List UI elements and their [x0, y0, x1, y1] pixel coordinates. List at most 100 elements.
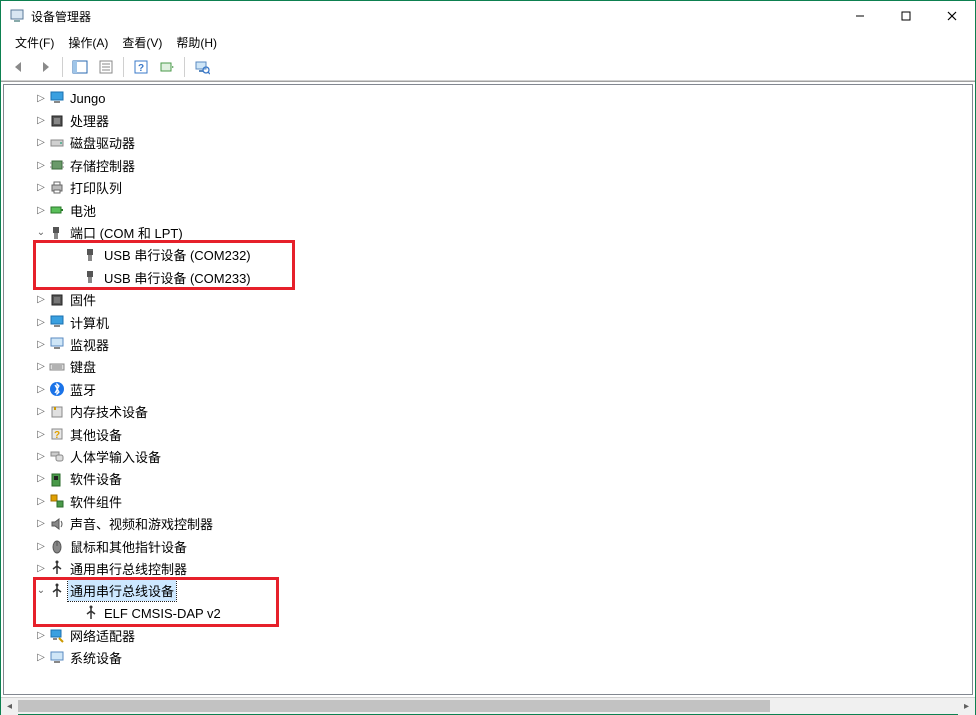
network-icon: [48, 628, 66, 644]
port-icon: [82, 247, 100, 263]
titlebar: 设备管理器: [1, 1, 975, 31]
tree-node-usb-controllers[interactable]: ▷ 通用串行总线控制器: [4, 557, 972, 579]
expand-arrow-icon[interactable]: ▷: [34, 182, 48, 193]
horizontal-scrollbar[interactable]: ◂ ▸: [1, 697, 975, 714]
tree-node-storage-controllers[interactable]: ▷ 存储控制器: [4, 154, 972, 176]
tree-node-system-devices[interactable]: ▷ 系统设备: [4, 647, 972, 669]
collapse-arrow-icon[interactable]: ⌄: [34, 585, 48, 596]
expand-arrow-icon[interactable]: ▷: [34, 563, 48, 574]
tree-node-other-devices[interactable]: ▷ ? 其他设备: [4, 423, 972, 445]
tree-label: 固件: [68, 289, 98, 310]
expand-arrow-icon[interactable]: ▷: [34, 451, 48, 462]
properties-button[interactable]: [94, 55, 118, 79]
expand-arrow-icon[interactable]: ▷: [34, 137, 48, 148]
computer-icon: [48, 314, 66, 330]
tree-node-usb-devices[interactable]: ⌄ 通用串行总线设备: [4, 580, 972, 602]
expand-arrow-icon[interactable]: ▷: [34, 205, 48, 216]
tree-node-keyboards[interactable]: ▷ 键盘: [4, 356, 972, 378]
device-tree-pane: ▷ Jungo ▷ 处理器 ▷: [4, 85, 972, 694]
port-icon: [82, 269, 100, 285]
expand-arrow-icon[interactable]: ▷: [34, 652, 48, 663]
toolbar-separator: [123, 57, 124, 77]
tree-node-print-queues[interactable]: ▷ 打印队列: [4, 177, 972, 199]
usb-icon: [82, 605, 100, 621]
expand-arrow-icon[interactable]: ▷: [34, 115, 48, 126]
forward-button[interactable]: [33, 55, 57, 79]
tree-label: Jungo: [68, 90, 107, 107]
devices-button[interactable]: [190, 55, 214, 79]
help-button[interactable]: ?: [129, 55, 153, 79]
expand-arrow-icon[interactable]: ▷: [34, 630, 48, 641]
tree-node-com233[interactable]: USB 串行设备 (COM233): [4, 266, 972, 288]
tree-node-firmware[interactable]: ▷ 固件: [4, 289, 972, 311]
tree-node-hid[interactable]: ▷ 人体学输入设备: [4, 445, 972, 467]
tree-label: 监视器: [68, 334, 111, 355]
port-icon: [48, 225, 66, 241]
tree-label: 软件组件: [68, 491, 124, 512]
tree-node-computer[interactable]: ▷ 计算机: [4, 311, 972, 333]
expand-arrow-icon[interactable]: ▷: [34, 518, 48, 529]
usb-icon: [48, 583, 66, 599]
menu-view[interactable]: 查看(V): [116, 32, 168, 53]
expand-arrow-icon[interactable]: ▷: [34, 294, 48, 305]
tree-node-elf-cmsis-dap[interactable]: ELF CMSIS-DAP v2: [4, 602, 972, 624]
tree-node-network-adapters[interactable]: ▷ 网络适配器: [4, 624, 972, 646]
tree-node-battery[interactable]: ▷ 电池: [4, 199, 972, 221]
expand-arrow-icon[interactable]: ▷: [34, 406, 48, 417]
expand-arrow-icon[interactable]: ▷: [34, 93, 48, 104]
tree-node-ports[interactable]: ⌄ 端口 (COM 和 LPT): [4, 221, 972, 243]
window-title: 设备管理器: [31, 8, 91, 25]
scrollbar-thumb[interactable]: [18, 700, 770, 712]
minimize-button[interactable]: [837, 1, 883, 31]
tree-node-com232[interactable]: USB 串行设备 (COM232): [4, 244, 972, 266]
tree-node-processors[interactable]: ▷ 处理器: [4, 109, 972, 131]
expand-arrow-icon[interactable]: ▷: [34, 473, 48, 484]
tree-node-software-components[interactable]: ▷ 软件组件: [4, 490, 972, 512]
expand-arrow-icon[interactable]: ▷: [34, 361, 48, 372]
menubar: 文件(F) 操作(A) 查看(V) 帮助(H): [1, 31, 975, 53]
scan-hardware-button[interactable]: [155, 55, 179, 79]
scrollbar-track[interactable]: [18, 698, 958, 714]
tree-node-jungo[interactable]: ▷ Jungo: [4, 87, 972, 109]
show-hide-tree-button[interactable]: [68, 55, 92, 79]
expand-arrow-icon[interactable]: ▷: [34, 429, 48, 440]
svg-text:?: ?: [138, 63, 144, 74]
maximize-button[interactable]: [883, 1, 929, 31]
menu-file[interactable]: 文件(F): [9, 32, 60, 53]
tree-node-monitors[interactable]: ▷ 监视器: [4, 333, 972, 355]
expand-arrow-icon[interactable]: ▷: [34, 384, 48, 395]
chip-icon: [48, 157, 66, 173]
toolbar: ?: [1, 53, 975, 81]
close-button[interactable]: [929, 1, 975, 31]
tree-node-software-devices[interactable]: ▷ 软件设备: [4, 468, 972, 490]
toolbar-separator: [62, 57, 63, 77]
expand-arrow-icon[interactable]: ▷: [34, 541, 48, 552]
collapse-arrow-icon[interactable]: ⌄: [34, 227, 48, 238]
menu-help[interactable]: 帮助(H): [170, 32, 223, 53]
tree-node-bluetooth[interactable]: ▷ 蓝牙: [4, 378, 972, 400]
expand-arrow-icon[interactable]: ▷: [34, 317, 48, 328]
expand-arrow-icon[interactable]: ▷: [34, 496, 48, 507]
expand-arrow-icon[interactable]: ▷: [34, 339, 48, 350]
tree-node-disks[interactable]: ▷ 磁盘驱动器: [4, 132, 972, 154]
tree-label: 软件设备: [68, 468, 124, 489]
tree-scroll[interactable]: ▷ Jungo ▷ 处理器 ▷: [4, 85, 972, 694]
computer-icon: [48, 650, 66, 666]
scroll-left-button[interactable]: ◂: [1, 698, 18, 715]
tree-label: ELF CMSIS-DAP v2: [102, 605, 223, 622]
tree-label: 键盘: [68, 356, 98, 377]
menu-action[interactable]: 操作(A): [62, 32, 114, 53]
expand-arrow-icon[interactable]: ▷: [34, 160, 48, 171]
back-button[interactable]: [7, 55, 31, 79]
warning-icon: ?: [48, 426, 66, 442]
firmware-icon: [48, 292, 66, 308]
tree-node-audio[interactable]: ▷ 声音、视频和游戏控制器: [4, 512, 972, 534]
tree-node-mice[interactable]: ▷ 鼠标和其他指针设备: [4, 535, 972, 557]
tree-label: 打印队列: [68, 177, 124, 198]
scroll-right-button[interactable]: ▸: [958, 698, 975, 715]
content-area: ▷ Jungo ▷ 处理器 ▷: [1, 81, 975, 697]
drive-icon: [48, 135, 66, 151]
app-icon: [9, 8, 25, 24]
tree-node-memory-tech[interactable]: ▷ 内存技术设备: [4, 400, 972, 422]
device-tree[interactable]: ▷ Jungo ▷ 处理器 ▷: [4, 85, 972, 675]
